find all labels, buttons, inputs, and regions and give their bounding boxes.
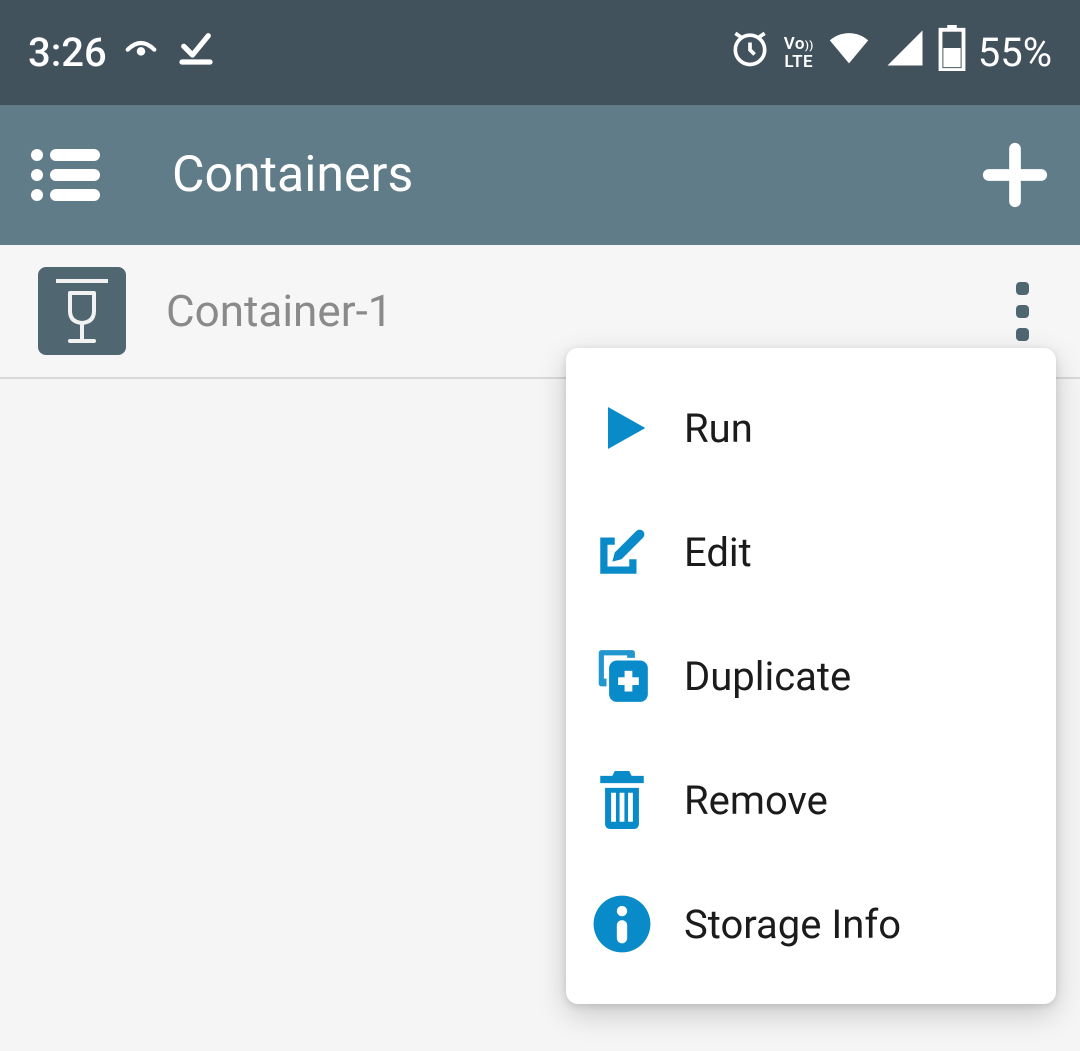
wifi-icon <box>826 25 872 81</box>
info-icon <box>590 892 654 956</box>
list-item-title: Container-1 <box>166 285 958 337</box>
status-right: Vo))LTE 55% <box>728 25 1052 81</box>
menu-item-label: Remove <box>684 777 828 824</box>
battery-icon <box>938 25 966 81</box>
play-icon <box>590 396 654 460</box>
menu-item-remove[interactable]: Remove <box>566 738 1056 862</box>
menu-item-edit[interactable]: Edit <box>566 490 1056 614</box>
menu-item-label: Duplicate <box>684 653 851 700</box>
battery-percent-text: 55% <box>978 29 1052 76</box>
page-title: Containers <box>172 146 910 204</box>
cell-signal-icon <box>884 27 926 79</box>
menu-item-duplicate[interactable]: Duplicate <box>566 614 1056 738</box>
status-bar: 3:26 Vo))LTE 55% <box>0 0 1080 105</box>
menu-item-label: Edit <box>684 529 752 576</box>
kebab-menu-icon[interactable] <box>998 281 1046 341</box>
volte-icon: Vo))LTE <box>784 36 814 70</box>
menu-item-run[interactable]: Run <box>566 366 1056 490</box>
status-left: 3:26 <box>28 27 217 79</box>
phone-icon <box>121 28 161 78</box>
menu-drawer-icon[interactable] <box>30 146 102 204</box>
edit-icon <box>590 520 654 584</box>
trash-icon <box>590 768 654 832</box>
menu-item-label: Storage Info <box>684 901 901 948</box>
app-bar: Containers <box>0 105 1080 245</box>
context-menu: Run Edit Duplicate Remove Storage Info <box>566 348 1056 1004</box>
download-done-icon <box>175 27 217 79</box>
duplicate-icon <box>590 644 654 708</box>
menu-item-storage-info[interactable]: Storage Info <box>566 862 1056 986</box>
add-button[interactable] <box>980 140 1050 210</box>
menu-item-label: Run <box>684 405 753 452</box>
clock-text: 3:26 <box>28 29 107 76</box>
wine-glass-icon <box>38 267 126 355</box>
alarm-icon <box>728 26 772 80</box>
